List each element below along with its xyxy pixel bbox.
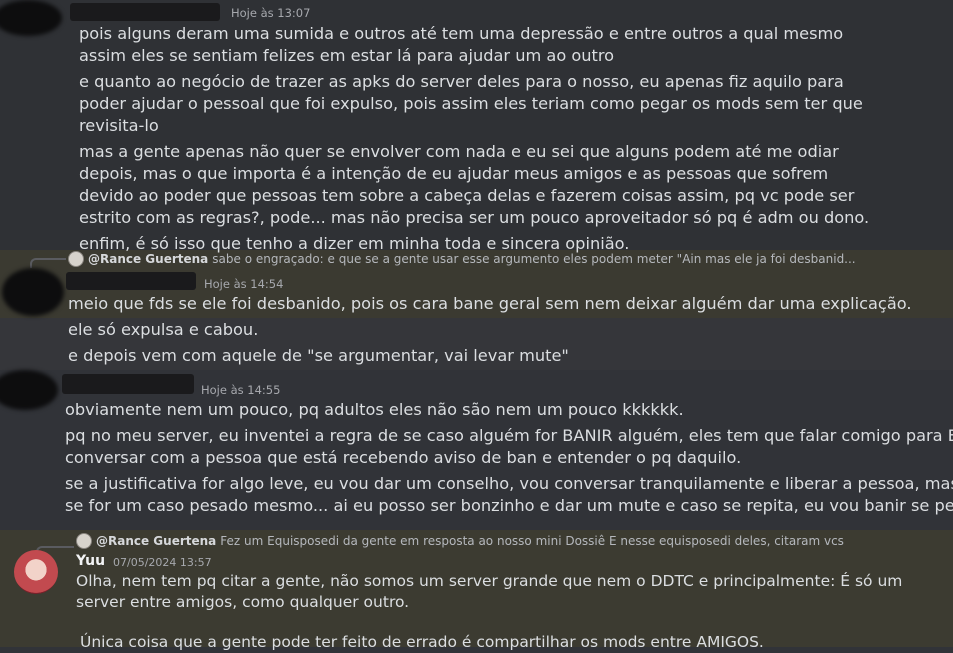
message-timestamp: Hoje às 13:07 xyxy=(231,6,311,20)
reply-reference[interactable]: @Rance Guertena Fez um Equisposedi da ge… xyxy=(76,533,844,549)
reply-avatar xyxy=(68,251,84,267)
user-avatar[interactable] xyxy=(14,550,58,594)
redacted-username[interactable] xyxy=(62,374,194,394)
message-line: e quanto ao negócio de trazer as apks do… xyxy=(79,72,844,91)
message-author[interactable]: Yuu xyxy=(76,553,105,569)
redacted-avatar[interactable] xyxy=(2,268,64,316)
message-line: poder ajudar o pessoal que foi expulso, … xyxy=(79,94,863,113)
message-line: se for um caso pesado mesmo... ai eu pos… xyxy=(65,496,953,515)
message-line: Olha, nem tem pq citar a gente, não somo… xyxy=(76,572,903,590)
message-line: e depois vem com aquele de "se argumenta… xyxy=(68,346,569,365)
reply-username[interactable]: @Rance Guertena xyxy=(96,534,216,548)
message-line: se a justificativa for algo leve, eu vou… xyxy=(65,474,953,493)
message-timestamp: 07/05/2024 13:57 xyxy=(113,556,212,569)
message-line: revisita-lo xyxy=(79,116,159,135)
message-line: depois, mas o que importa é a intenção d… xyxy=(79,164,829,183)
message-line: devido ao poder que pessoas tem sobre a … xyxy=(79,186,855,205)
message-timestamp: Hoje às 14:54 xyxy=(204,277,284,291)
message-line: mas a gente apenas não quer se envolver … xyxy=(79,142,839,161)
message-line: obviamente nem um pouco, pq adultos eles… xyxy=(65,400,684,419)
reply-username[interactable]: @Rance Guertena xyxy=(88,252,208,266)
reply-reference[interactable]: @Rance Guertena sabe o engraçado: e que … xyxy=(68,251,856,267)
message-line: Única coisa que a gente pode ter feito d… xyxy=(80,633,764,651)
message-line: conversar com a pessoa que está recebend… xyxy=(65,448,742,467)
reply-spine xyxy=(30,258,66,268)
redacted-username[interactable] xyxy=(70,3,220,21)
reply-snippet: sabe o engraçado: e que se a gente usar … xyxy=(212,252,856,266)
message-line: ele só expulsa e cabou. xyxy=(68,320,259,339)
message-line: pois alguns deram uma sumida e outros at… xyxy=(79,24,844,43)
reply-snippet: Fez um Equisposedi da gente em resposta … xyxy=(220,534,844,548)
reply-avatar xyxy=(76,533,92,549)
message-timestamp: Hoje às 14:55 xyxy=(201,383,281,397)
message-line: pq no meu server, eu inventei a regra de… xyxy=(65,426,953,445)
redacted-username[interactable] xyxy=(66,272,196,290)
message-line: meio que fds se ele foi desbanido, pois … xyxy=(68,294,912,313)
message-line: server entre amigos, como qualquer outro… xyxy=(76,593,410,611)
message-line: assim eles se sentiam felizes em estar l… xyxy=(79,46,615,65)
message-line: estrito com as regras?, pode... mas não … xyxy=(79,208,870,227)
